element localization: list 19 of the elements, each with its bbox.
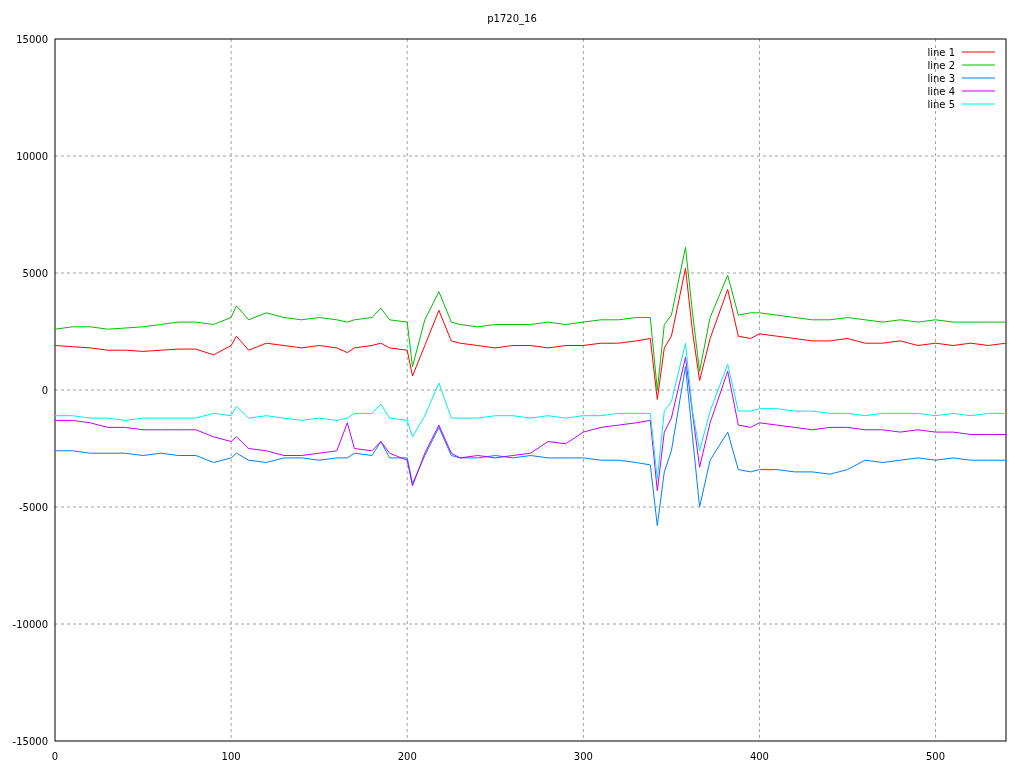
chart-title: p1720_16 [487, 13, 537, 24]
y-axis-tick-label: -5000 [18, 502, 48, 513]
x-axis-tick-label: 400 [749, 751, 769, 762]
legend-label: line 4 [927, 86, 955, 97]
x-axis-tick-label: 100 [221, 751, 241, 762]
x-axis-tick-label: 0 [51, 751, 59, 762]
y-axis-tick-label: 5000 [22, 268, 48, 279]
legend-label: line 2 [927, 60, 955, 71]
y-axis-tick-label: -15000 [12, 736, 48, 747]
x-axis-tick-label: 200 [397, 751, 417, 762]
legend-label: line 5 [927, 99, 955, 110]
y-axis-tick-label: 0 [41, 385, 48, 396]
y-axis-tick-label: 15000 [16, 34, 48, 45]
x-axis-tick-label: 300 [573, 751, 593, 762]
x-axis-tick-label: 500 [926, 751, 946, 762]
y-axis-tick-label: -10000 [12, 619, 48, 630]
y-axis-tick-label: 10000 [16, 151, 48, 162]
legend-label: line 3 [927, 73, 955, 84]
legend-label: line 1 [927, 47, 955, 58]
